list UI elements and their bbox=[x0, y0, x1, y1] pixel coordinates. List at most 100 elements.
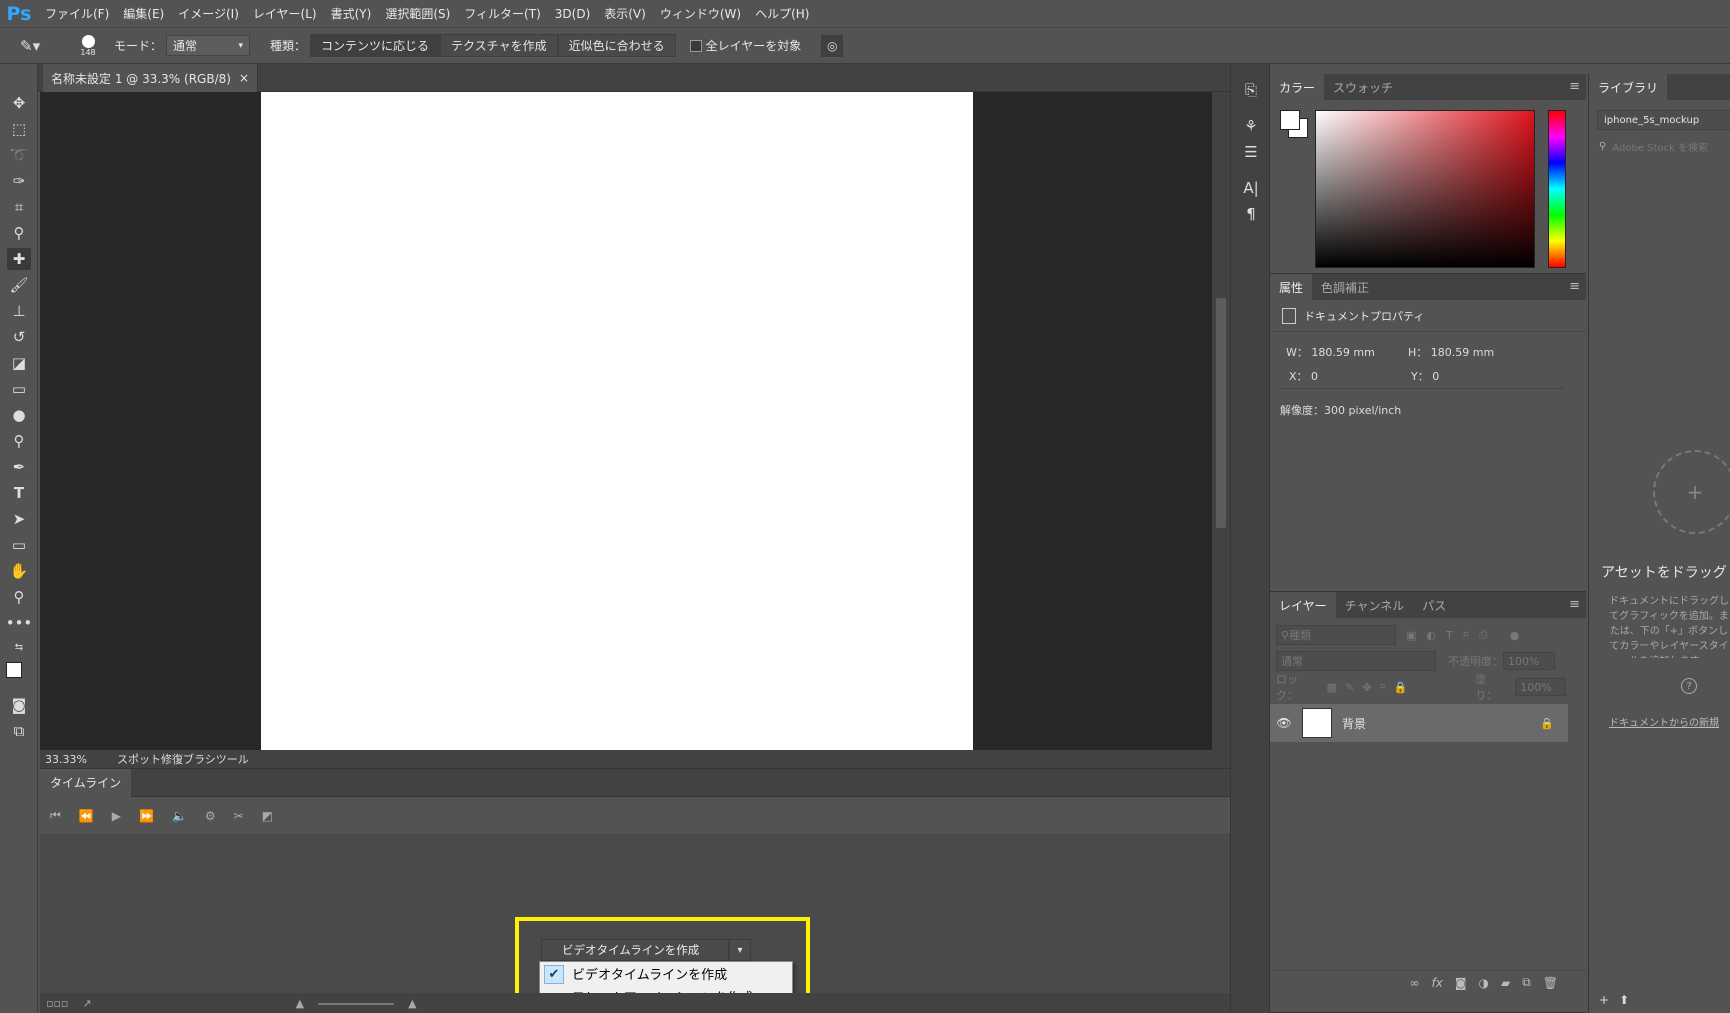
tab-libraries[interactable]: ライブラリ bbox=[1589, 74, 1668, 100]
adjustment-filter-icon[interactable]: ◐ bbox=[1426, 629, 1436, 642]
menu-item-video-timeline[interactable]: ✔ ビデオタイムラインを作成 bbox=[540, 962, 792, 985]
menu-view[interactable]: 表示(V) bbox=[597, 5, 653, 22]
paragraph-panel-icon[interactable]: ¶ bbox=[1239, 202, 1263, 226]
add-asset-circle[interactable]: + bbox=[1653, 450, 1730, 534]
stock-search-input[interactable]: ⚲ Adobe Stock を検索 bbox=[1597, 136, 1730, 156]
menu-help[interactable]: ヘルプ(H) bbox=[748, 5, 816, 22]
next-frame-icon[interactable]: ⏩ bbox=[139, 809, 154, 823]
width-value[interactable]: W： 180.59 mm bbox=[1286, 344, 1375, 360]
mode-select[interactable]: 通常 ▾ bbox=[166, 35, 251, 56]
tab-color[interactable]: カラー bbox=[1270, 74, 1325, 100]
lasso-tool-icon[interactable]: ➰ bbox=[7, 144, 31, 166]
frame-grid-icon[interactable]: ▫▫▫ bbox=[46, 997, 68, 1010]
trash-icon[interactable]: 🗑 bbox=[1543, 976, 1558, 990]
swap-colors-icon[interactable]: ⇆ bbox=[7, 636, 31, 658]
library-select[interactable]: iphone_5s_mockup bbox=[1597, 110, 1730, 130]
spot-healing-brush-tool-icon[interactable]: ✚ bbox=[7, 248, 31, 270]
zoom-slider[interactable] bbox=[318, 1002, 395, 1005]
link-layers-icon[interactable]: ∞ bbox=[1409, 976, 1419, 990]
tab-timeline[interactable]: タイムライン bbox=[40, 768, 132, 797]
panel-menu-icon[interactable]: ≡ bbox=[1569, 279, 1580, 294]
eraser-tool-icon[interactable]: ◪ bbox=[7, 352, 31, 374]
opacity-input[interactable]: 100% bbox=[1503, 652, 1555, 670]
settings-gear-icon[interactable]: ⚙ bbox=[205, 809, 216, 823]
adjust-sliders-icon[interactable]: ☰ bbox=[1239, 140, 1263, 164]
lock-all-icon[interactable]: 🔒 bbox=[1394, 681, 1408, 694]
first-frame-icon[interactable]: ⏮ bbox=[50, 808, 61, 823]
history-panel-icon[interactable]: ⎘ bbox=[1239, 78, 1263, 102]
color-spectrum[interactable] bbox=[1315, 110, 1535, 268]
panel-menu-icon[interactable]: ≡ bbox=[1569, 597, 1580, 612]
audio-icon[interactable]: 🔈 bbox=[172, 809, 187, 823]
transition-icon[interactable]: ◩ bbox=[262, 809, 273, 823]
scrollbar-thumb[interactable] bbox=[1216, 298, 1226, 528]
canvas-area[interactable] bbox=[40, 92, 1212, 750]
document-canvas[interactable] bbox=[261, 92, 973, 750]
fill-input[interactable]: 100% bbox=[1515, 678, 1566, 696]
content-aware-button[interactable]: コンテンツに応じる bbox=[310, 34, 441, 57]
foreground-color-swatch[interactable] bbox=[1280, 110, 1300, 130]
brush-tool-icon[interactable]: 🖌 bbox=[7, 274, 31, 296]
brush-settings-icon[interactable]: ⚘ bbox=[1239, 114, 1263, 138]
document-tab[interactable]: 名称未設定 1 @ 33.3% (RGB/8) × bbox=[43, 64, 258, 92]
filter-toggle-icon[interactable]: ● bbox=[1510, 629, 1520, 642]
tab-swatches[interactable]: スウォッチ bbox=[1324, 74, 1402, 100]
layer-name[interactable]: 背景 bbox=[1342, 715, 1366, 732]
menu-image[interactable]: イメージ(I) bbox=[171, 5, 246, 22]
play-icon[interactable]: ▶ bbox=[112, 809, 121, 823]
y-value[interactable]: Y： 0 bbox=[1411, 368, 1439, 384]
hue-slider[interactable] bbox=[1548, 110, 1566, 268]
screen-mode-icon[interactable]: ⧉ bbox=[7, 720, 31, 742]
brush-preset-picker[interactable]: 148 bbox=[68, 34, 108, 57]
create-texture-button[interactable]: テクスチャを作成 bbox=[440, 34, 558, 57]
path-selection-tool-icon[interactable]: ➤ bbox=[7, 508, 31, 530]
history-brush-tool-icon[interactable]: ↺ bbox=[7, 326, 31, 348]
close-icon[interactable]: × bbox=[239, 71, 249, 85]
add-icon[interactable]: + bbox=[1599, 993, 1609, 1007]
previous-frame-icon[interactable]: ⏪ bbox=[79, 809, 94, 823]
split-scissors-icon[interactable]: ✂ bbox=[234, 809, 244, 823]
layer-row[interactable]: 👁 背景 🔒 bbox=[1270, 704, 1568, 742]
smart-object-filter-icon[interactable]: ⎙ bbox=[1479, 628, 1488, 642]
crop-tool-icon[interactable]: ⌗ bbox=[7, 196, 31, 218]
menu-3d[interactable]: 3D(D) bbox=[548, 7, 597, 21]
type-filter-icon[interactable]: T bbox=[1446, 629, 1453, 642]
fx-icon[interactable]: fx bbox=[1431, 976, 1442, 990]
create-timeline-button[interactable]: ビデオタイムラインを作成 bbox=[541, 939, 729, 961]
upload-icon[interactable]: ⬆ bbox=[1619, 993, 1629, 1007]
zoom-tool-icon[interactable]: ⚲ bbox=[7, 586, 31, 608]
lock-artboard-icon[interactable]: ⌗ bbox=[1380, 680, 1386, 694]
eyedropper-tool-icon[interactable]: ⚲ bbox=[7, 222, 31, 244]
clone-stamp-tool-icon[interactable]: ⊥ bbox=[7, 300, 31, 322]
menu-select[interactable]: 選択範囲(S) bbox=[378, 5, 457, 22]
tab-properties[interactable]: 属性 bbox=[1270, 274, 1313, 300]
dodge-tool-icon[interactable]: ⚲ bbox=[7, 430, 31, 452]
add-mask-icon[interactable]: ◙ bbox=[1455, 976, 1467, 990]
foreground-color-swatch[interactable] bbox=[6, 662, 22, 678]
zoom-out-mountain-icon[interactable]: ▲ bbox=[296, 997, 304, 1010]
new-adjustment-layer-icon[interactable]: ◑ bbox=[1478, 976, 1488, 990]
proximity-match-button[interactable]: 近似色に合わせる bbox=[557, 34, 676, 57]
lock-position-icon[interactable]: ✥ bbox=[1362, 681, 1371, 694]
quick-selection-tool-icon[interactable]: ✑ bbox=[7, 170, 31, 192]
blend-mode-select[interactable]: 通常 bbox=[1276, 651, 1436, 671]
shape-filter-icon[interactable]: ⌗ bbox=[1463, 628, 1469, 642]
new-layer-icon[interactable]: ⧉ bbox=[1522, 975, 1531, 990]
new-group-folder-icon[interactable]: ▰ bbox=[1501, 976, 1510, 990]
more-tools-icon[interactable]: ••• bbox=[6, 612, 33, 634]
menu-type[interactable]: 書式(Y) bbox=[324, 5, 379, 22]
convert-icon[interactable]: ↗ bbox=[82, 997, 91, 1010]
layer-filter-select[interactable]: ⚲ 種類 bbox=[1276, 625, 1396, 645]
timeline-type-dropdown-toggle[interactable]: ▾ bbox=[729, 939, 751, 961]
sample-all-layers-checkbox[interactable] bbox=[689, 39, 702, 52]
eye-visibility-icon[interactable]: 👁 bbox=[1270, 716, 1298, 730]
menu-edit[interactable]: 編集(E) bbox=[116, 5, 171, 22]
vertical-scrollbar[interactable] bbox=[1212, 92, 1230, 750]
character-panel-icon[interactable]: A| bbox=[1239, 176, 1263, 200]
spot-healing-brush-tool-preset-icon[interactable]: ✎▾ bbox=[20, 37, 56, 55]
x-value[interactable]: X： 0 bbox=[1289, 368, 1318, 384]
menu-layer[interactable]: レイヤー(L) bbox=[246, 5, 324, 22]
panel-menu-icon[interactable]: ≡ bbox=[1569, 79, 1580, 94]
new-from-document-link[interactable]: ドキュメントからの新規 bbox=[1609, 714, 1730, 729]
menu-filter[interactable]: フィルター(T) bbox=[457, 5, 547, 22]
